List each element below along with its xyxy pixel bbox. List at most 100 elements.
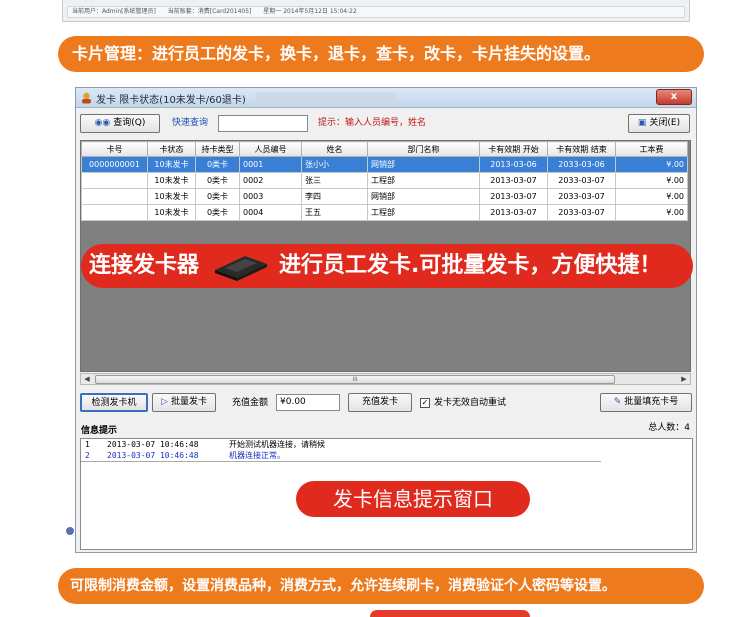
status-strip-inner: 当前用户：Admin[系统管理员] 当前账套：消费[Card201405] 星期… (67, 6, 685, 18)
page: 当前用户：Admin[系统管理员] 当前账套：消费[Card201405] 星期… (0, 0, 750, 617)
window-title: 发卡 限卡状态(10未发卡/60退卡) (96, 95, 246, 106)
cell: 0003 (239, 188, 302, 205)
col-card-status[interactable]: 卡状态 (147, 141, 196, 157)
table-row[interactable]: 10未发卡 0类卡 0002 张三 工程部 2013-03-07 2033-03… (81, 172, 688, 189)
cell: ¥.00 (615, 156, 688, 173)
cell: 0004 (239, 204, 302, 221)
cell: 0类卡 (195, 188, 240, 205)
controls-row: 检测发卡机 ▷ 批量发卡 充值金额 ¥0.00 充值发卡 ✓ 发卡无效自动重试 ✎… (76, 391, 698, 413)
status-account: 当前账套：消费[Card201405] (167, 8, 252, 15)
cell: 网销部 (367, 156, 480, 173)
col-name[interactable]: 姓名 (301, 141, 368, 157)
cell: 10未发卡 (147, 172, 196, 189)
toolbar: ◉◉ 查询(Q) 快速查询 提示：输入人员编号，姓名 ▣ 关闭(E) (80, 112, 692, 134)
cell: 2033-03-07 (547, 188, 616, 205)
close-button[interactable]: ▣ 关闭(E) (628, 114, 690, 133)
card-table-body: 卡号 卡状态 持卡类型 人员编号 姓名 部门名称 卡有效期 开始 卡有效期 结束… (81, 141, 688, 221)
cell: 10未发卡 (147, 156, 196, 173)
cell: 2033-03-07 (547, 172, 616, 189)
search-hint: 提示：输入人员编号，姓名 (318, 118, 427, 128)
recharge-button[interactable]: 充值发卡 (348, 393, 412, 412)
status-user: 当前用户：Admin[系统管理员] (72, 8, 156, 15)
feature-banner: 连接发卡器 进行员工发卡.可批量发卡，方便快捷！ (81, 244, 693, 288)
cell: 网销部 (367, 188, 480, 205)
col-card-no[interactable]: 卡号 (81, 141, 148, 157)
query-button[interactable]: ◉◉ 查询(Q) (80, 114, 160, 133)
cell: 张小小 (301, 156, 368, 173)
card-reader-icon (215, 256, 267, 281)
info-callout: 发卡信息提示窗口 (296, 481, 530, 517)
table-row[interactable]: 10未发卡 0类卡 0003 李四 网销部 2013-03-07 2033-03… (81, 188, 688, 205)
scroll-right-arrow-icon[interactable]: ▶ (678, 374, 690, 384)
horizontal-scrollbar[interactable]: ◀ III ▶ (80, 373, 691, 385)
auto-retry-checkbox[interactable]: ✓ (420, 398, 430, 408)
col-card-type[interactable]: 持卡类型 (195, 141, 240, 157)
batch-issue-button[interactable]: ▷ 批量发卡 (152, 393, 216, 412)
cell: ¥.00 (615, 188, 688, 205)
quick-query-link[interactable]: 快速查询 (172, 114, 208, 133)
feature-right-text: 进行员工发卡.可批量发卡，方便快捷！ (279, 253, 662, 278)
cell: 0类卡 (195, 156, 240, 173)
cell: ¥.00 (615, 172, 688, 189)
info-title: 信息提示 (81, 426, 118, 436)
status-date: 星期一 2014年5月12日 15:04:22 (263, 8, 357, 15)
cell: 工程部 (367, 204, 480, 221)
cell: 2013-03-07 (479, 172, 548, 189)
cell: 2033-03-07 (547, 204, 616, 221)
cell (81, 172, 148, 189)
cell (81, 188, 148, 205)
batch-fill-button[interactable]: ✎ 批量填充卡号 (600, 393, 692, 412)
cell: 0001 (239, 156, 302, 173)
cell: 2013-03-07 (479, 204, 548, 221)
exit-icon: ▣ (637, 118, 647, 128)
scroll-left-arrow-icon[interactable]: ◀ (81, 374, 93, 384)
bottom-red-pill (370, 610, 530, 617)
batch-issue-label: 批量发卡 (170, 397, 207, 407)
feature-left-text: 连接发卡器 (89, 253, 200, 278)
log-message: 开始测试机器连接，请稍候 (229, 440, 325, 449)
col-dept[interactable]: 部门名称 (367, 141, 480, 157)
col-person-no[interactable]: 人员编号 (239, 141, 302, 157)
log-message: 机器连接正常。 (229, 451, 285, 460)
binoculars-icon: ◉◉ (94, 118, 111, 128)
cell: 2013-03-06 (479, 156, 548, 173)
col-fee[interactable]: 工本费 (615, 141, 688, 157)
table-row[interactable]: 10未发卡 0类卡 0004 王五 工程部 2013-03-07 2033-03… (81, 204, 688, 221)
col-valid-end[interactable]: 卡有效期 结束 (547, 141, 616, 157)
log-divider (81, 461, 601, 462)
cell: 0类卡 (195, 204, 240, 221)
decor-dot (66, 527, 74, 535)
scroll-thumb[interactable]: III (95, 375, 615, 384)
cell: 2033-03-06 (547, 156, 616, 173)
total-count: 总人数：4 (648, 423, 690, 433)
log-time: 2013-03-07 10:46:48 (107, 440, 199, 449)
col-valid-start[interactable]: 卡有效期 开始 (479, 141, 548, 157)
batch-fill-label: 批量填充卡号 (624, 397, 679, 407)
log-number: 2 (85, 451, 90, 460)
bottom-banner: 可限制消费金额，设置消费品种，消费方式，允许连续刷卡，消费验证个人密码等设置。 (58, 568, 704, 604)
cell: 李四 (301, 188, 368, 205)
pen-icon: ✎ (613, 397, 622, 407)
app-icon (82, 92, 91, 104)
top-banner: 卡片管理：进行员工的发卡，换卡，退卡，查卡，改卡，卡片挂失的设置。 (58, 36, 704, 72)
detect-button[interactable]: 检测发卡机 (80, 393, 148, 412)
search-input[interactable] (218, 115, 308, 132)
cell: 0000000001 (81, 156, 148, 173)
cell: 王五 (301, 204, 368, 221)
window-titlebar: 发卡 限卡状态(10未发卡/60退卡) x (76, 88, 696, 108)
table-row[interactable]: 0000000001 10未发卡 0类卡 0001 张小小 网销部 2013-0… (81, 156, 688, 173)
window-close-button[interactable]: x (656, 89, 692, 105)
cell: 10未发卡 (147, 188, 196, 205)
cell: ¥.00 (615, 204, 688, 221)
amount-input[interactable]: ¥0.00 (276, 394, 340, 411)
close-label: 关闭(E) (649, 118, 681, 128)
query-label: 查询(Q) (113, 118, 146, 128)
auto-retry-label: 发卡无效自动重试 (434, 398, 507, 408)
cell: 工程部 (367, 172, 480, 189)
log-number: 1 (85, 440, 90, 449)
cell: 10未发卡 (147, 204, 196, 221)
amount-label: 充值金额 (232, 398, 269, 408)
cell (81, 204, 148, 221)
cell: 张三 (301, 172, 368, 189)
play-icon: ▷ (161, 397, 168, 407)
